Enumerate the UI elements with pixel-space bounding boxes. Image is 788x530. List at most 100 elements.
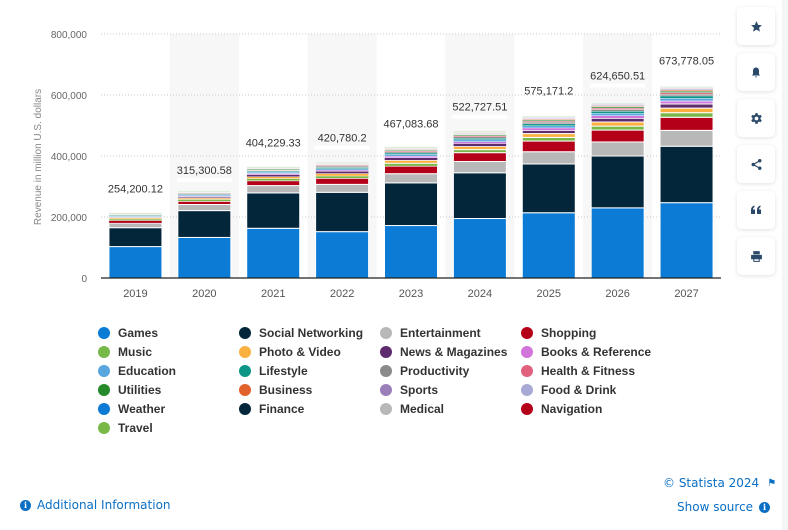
bar-segment[interactable] bbox=[177, 199, 232, 202]
bar-segment[interactable] bbox=[522, 116, 576, 118]
bar-segment[interactable] bbox=[452, 152, 507, 162]
bar-segment[interactable] bbox=[521, 133, 576, 138]
bar-segment[interactable] bbox=[384, 157, 438, 161]
legend-item[interactable]: Productivity bbox=[380, 363, 521, 379]
bar-segment[interactable] bbox=[315, 165, 369, 168]
bar-segment[interactable] bbox=[315, 171, 369, 174]
bar-segment[interactable] bbox=[384, 173, 438, 184]
bar-segment[interactable] bbox=[384, 152, 438, 155]
additional-information-link[interactable]: i Additional Information bbox=[20, 498, 171, 512]
bar-segment[interactable] bbox=[453, 141, 507, 144]
bar-segment[interactable] bbox=[177, 190, 232, 192]
legend-item[interactable]: Social Networking bbox=[239, 325, 380, 341]
legend-item[interactable]: Shopping bbox=[521, 325, 681, 341]
bar-segment[interactable] bbox=[315, 177, 370, 185]
bar-segment[interactable] bbox=[659, 103, 714, 109]
legend-item[interactable]: Business bbox=[239, 382, 380, 398]
bar-segment[interactable] bbox=[315, 161, 369, 163]
legend-item[interactable]: Travel bbox=[98, 420, 239, 436]
bar-segment[interactable] bbox=[452, 218, 507, 279]
bar-segment[interactable] bbox=[452, 145, 507, 151]
bar-segment[interactable] bbox=[659, 202, 714, 279]
bar-segment[interactable] bbox=[108, 212, 163, 214]
legend-item[interactable]: Education bbox=[98, 363, 239, 379]
bar-segment[interactable] bbox=[659, 116, 714, 131]
bar-segment[interactable] bbox=[659, 90, 714, 93]
cite-button[interactable] bbox=[737, 191, 775, 229]
bar-segment[interactable] bbox=[315, 231, 370, 279]
bar-segment[interactable] bbox=[659, 92, 714, 95]
bar-segment[interactable] bbox=[453, 136, 507, 139]
legend-item[interactable]: Music bbox=[98, 344, 239, 360]
bar-segment[interactable] bbox=[453, 137, 507, 141]
bar-segment[interactable] bbox=[108, 220, 163, 224]
bar-segment[interactable] bbox=[246, 227, 301, 279]
bar-segment[interactable] bbox=[590, 109, 645, 112]
bar-segment[interactable] bbox=[108, 222, 163, 229]
show-source-link[interactable]: Show source i bbox=[677, 500, 771, 514]
bar-segment[interactable] bbox=[590, 125, 645, 131]
bar-segment[interactable] bbox=[453, 139, 507, 142]
bar-segment[interactable] bbox=[521, 140, 576, 153]
bar-segment[interactable] bbox=[453, 131, 507, 133]
legend-item[interactable]: Navigation bbox=[521, 401, 681, 417]
bar-segment[interactable] bbox=[590, 110, 645, 114]
bar-segment[interactable] bbox=[522, 122, 576, 125]
favorite-button[interactable] bbox=[737, 7, 775, 45]
notification-button[interactable] bbox=[737, 53, 775, 91]
bar-segment[interactable] bbox=[659, 95, 714, 99]
copyright-link[interactable]: © Statista 2024 ⚑ bbox=[663, 476, 776, 490]
legend-item[interactable]: Utilities bbox=[98, 382, 239, 398]
bar-segment[interactable] bbox=[384, 225, 438, 279]
bar-segment[interactable] bbox=[659, 98, 714, 102]
legend-item[interactable]: Finance bbox=[239, 401, 380, 417]
print-button[interactable] bbox=[737, 237, 775, 275]
bar-segment[interactable] bbox=[315, 183, 370, 193]
bar-segment[interactable] bbox=[590, 113, 645, 116]
bar-segment[interactable] bbox=[659, 93, 714, 97]
bar-segment[interactable] bbox=[590, 117, 645, 123]
bar-segment[interactable] bbox=[521, 212, 576, 279]
bar-segment[interactable] bbox=[108, 246, 163, 279]
legend-item[interactable]: Photo & Video bbox=[239, 344, 380, 360]
bar-segment[interactable] bbox=[315, 168, 369, 171]
bar-segment[interactable] bbox=[590, 141, 645, 157]
legend-item[interactable]: Sports bbox=[380, 382, 521, 398]
legend-item[interactable]: Medical bbox=[380, 401, 521, 417]
bar-segment[interactable] bbox=[452, 160, 507, 174]
bar-segment[interactable] bbox=[522, 123, 576, 127]
legend-item[interactable]: Entertainment bbox=[380, 325, 521, 341]
bar-segment[interactable] bbox=[384, 159, 438, 164]
bar-segment[interactable] bbox=[108, 227, 163, 248]
bar-segment[interactable] bbox=[590, 129, 645, 143]
legend-item[interactable]: Health & Fitness bbox=[521, 363, 681, 379]
bar-segment[interactable] bbox=[246, 192, 301, 229]
settings-button[interactable] bbox=[737, 99, 775, 137]
bar-segment[interactable] bbox=[590, 107, 645, 110]
bar-segment[interactable] bbox=[315, 175, 369, 179]
bar-segment[interactable] bbox=[246, 185, 301, 194]
bar-segment[interactable] bbox=[590, 207, 645, 279]
bar-segment[interactable] bbox=[659, 129, 714, 147]
bar-segment[interactable] bbox=[521, 151, 576, 165]
bar-segment[interactable] bbox=[521, 129, 576, 135]
bar-segment[interactable] bbox=[659, 107, 714, 114]
legend-item[interactable]: Weather bbox=[98, 401, 239, 417]
bar-segment[interactable] bbox=[659, 145, 714, 204]
bar-segment[interactable] bbox=[246, 180, 301, 187]
bar-segment[interactable] bbox=[315, 191, 370, 233]
legend-item[interactable]: Food & Drink bbox=[521, 382, 681, 398]
bar-segment[interactable] bbox=[108, 218, 163, 221]
bar-segment[interactable] bbox=[177, 203, 232, 212]
bar-segment[interactable] bbox=[384, 165, 438, 175]
bar-segment[interactable] bbox=[246, 176, 300, 179]
bar-segment[interactable] bbox=[659, 86, 714, 88]
bar-segment[interactable] bbox=[659, 100, 714, 105]
bar-segment[interactable] bbox=[659, 112, 714, 118]
bar-segment[interactable] bbox=[521, 136, 576, 142]
bar-segment[interactable] bbox=[315, 173, 369, 177]
legend-item[interactable]: Games bbox=[98, 325, 239, 341]
bar-segment[interactable] bbox=[384, 146, 438, 148]
bar-segment[interactable] bbox=[384, 155, 438, 158]
legend-item[interactable]: Lifestyle bbox=[239, 363, 380, 379]
